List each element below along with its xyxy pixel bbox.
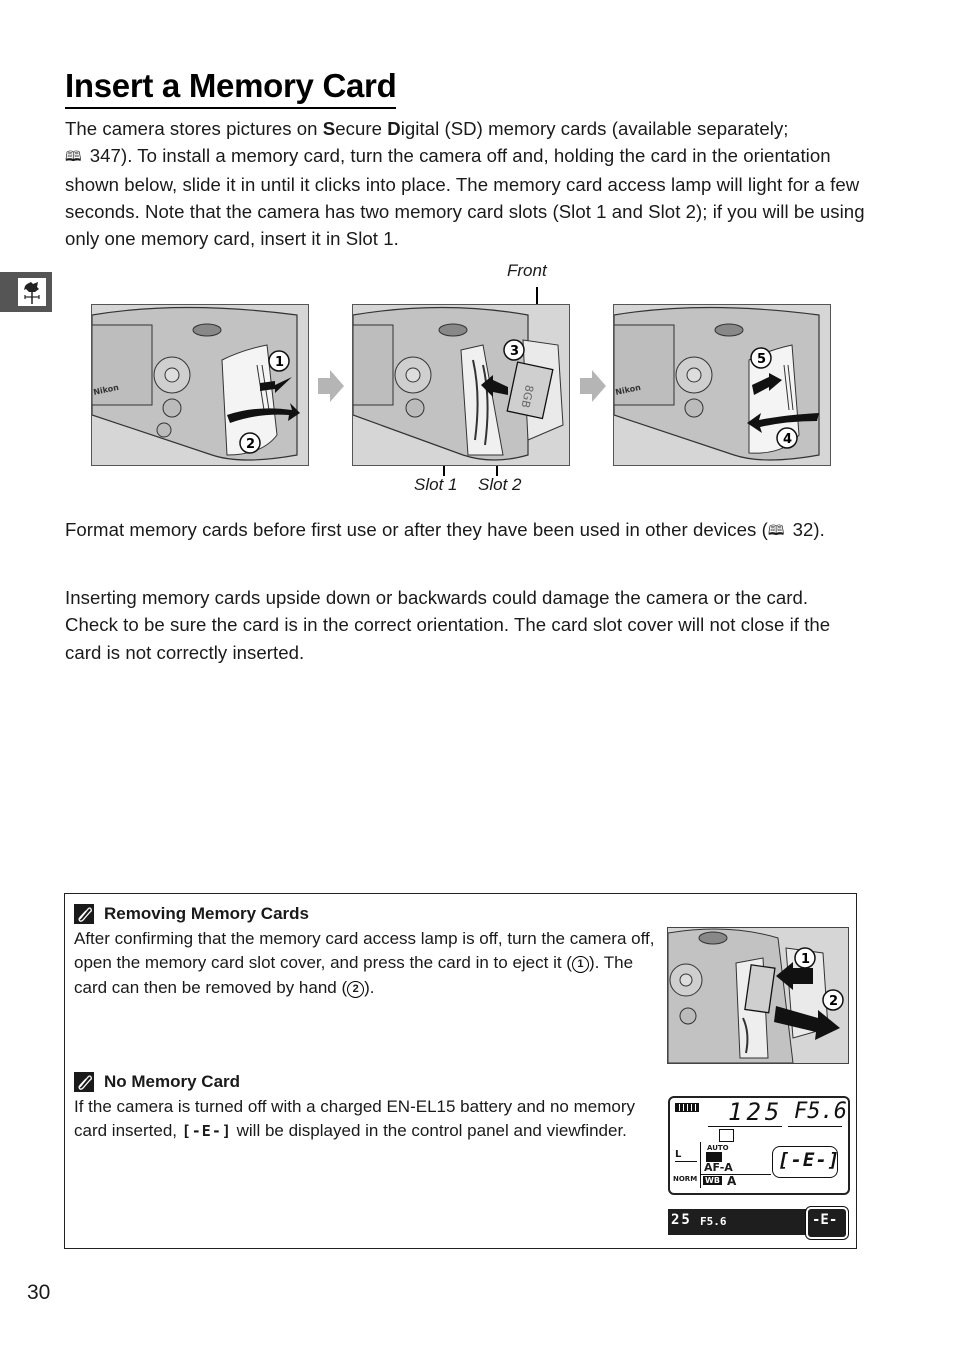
step-3-marker: 3 — [510, 344, 519, 359]
step-1-marker: 1 — [275, 355, 284, 370]
intro-paragraph: The camera stores pictures on Secure Dig… — [65, 115, 865, 252]
format-text: 32). — [787, 519, 825, 540]
book-reference-icon[interactable]: 🕮 — [65, 143, 82, 170]
iso-auto-indicator: AUTO — [707, 1144, 729, 1152]
label-slot-1: Slot 1 — [414, 475, 458, 494]
af-mode-readout: AF-A — [704, 1161, 733, 1174]
note-body: If the camera is turned off with a charg… — [74, 1095, 659, 1144]
figure-insert-card: 8GB 3 — [352, 304, 570, 466]
notes-box: Removing Memory Cards After confirming t… — [64, 893, 857, 1249]
note-heading: No Memory Card — [104, 1072, 241, 1091]
intro-text: 347). To install a memory card, turn the… — [65, 145, 865, 250]
note-text: After confirming that the memory card ac… — [74, 928, 655, 973]
step-1-marker: 1 — [801, 952, 810, 967]
next-step-arrow-icon — [580, 370, 606, 402]
paperclip-note-icon — [74, 904, 94, 925]
intro-bold-d: D — [387, 118, 401, 139]
step-1-marker: 1 — [571, 956, 589, 973]
weathervane-rooster-icon — [18, 278, 46, 306]
intro-text: igital (SD) memory cards (available sepa… — [400, 118, 789, 139]
note-removing-memory-cards: Removing Memory Cards After confirming t… — [74, 902, 659, 1000]
figure-eject-card: 1 2 — [667, 927, 849, 1064]
step-2-marker: 2 — [829, 994, 838, 1009]
label-front: Front — [507, 261, 547, 280]
note-text: will be displayed in the control panel a… — [231, 1121, 627, 1140]
paperclip-note-icon — [74, 1072, 94, 1093]
white-balance-label: WB — [703, 1176, 722, 1185]
chapter-tab[interactable] — [0, 272, 52, 312]
panel-divider — [700, 1142, 701, 1188]
page-title: Insert a Memory Card — [65, 66, 397, 109]
step-2-marker: 2 — [347, 980, 365, 998]
control-panel-display: 125 F5.6 AUTO L AF-A NORM WB A [-E-] — [668, 1096, 850, 1195]
aperture-readout: F5.6 — [794, 1099, 847, 1124]
next-step-arrow-icon — [318, 370, 344, 402]
image-size-readout: L — [675, 1149, 682, 1160]
label-slot-2: Slot 2 — [478, 475, 522, 494]
vf-shutter-readout: 25 — [671, 1212, 692, 1228]
no-card-lcd-symbol: [-E-] — [181, 1122, 232, 1140]
viewfinder-display: 25 F5.6 -E- — [668, 1206, 849, 1240]
no-card-indicator: [-E-] — [778, 1149, 841, 1171]
intro-text: The camera stores pictures on — [65, 118, 323, 139]
book-reference-icon[interactable]: 🕮 — [768, 517, 785, 544]
vf-aperture-readout: F5.6 — [700, 1215, 727, 1228]
step-2-marker: 2 — [246, 437, 255, 452]
note-heading: Removing Memory Cards — [104, 904, 309, 923]
aperture-underline — [788, 1126, 842, 1127]
figure-close-cover: Nikon 5 4 — [613, 304, 831, 466]
shutter-speed-readout: 125 — [728, 1098, 784, 1126]
note-no-memory-card: No Memory Card If the camera is turned o… — [74, 1070, 659, 1144]
note-text: ). — [364, 977, 375, 997]
intro-text: ecure — [335, 118, 388, 139]
warning-paragraph: Inserting memory cards upside down or ba… — [65, 587, 831, 663]
figure-open-cover: Nikon 1 2 — [91, 304, 309, 466]
vf-no-card-indicator: -E- — [812, 1212, 838, 1228]
step-5-marker: 5 — [757, 352, 766, 367]
image-size-underline — [675, 1161, 697, 1162]
page-number: 30 — [27, 1281, 51, 1304]
image-quality-readout: NORM — [673, 1175, 698, 1183]
battery-indicator-icon — [675, 1103, 699, 1112]
note-body: After confirming that the memory card ac… — [74, 927, 659, 1001]
format-paragraph: Format memory cards before first use or … — [65, 516, 865, 544]
white-balance-value: A — [727, 1174, 737, 1188]
metering-icon — [719, 1129, 734, 1142]
shutter-underline — [708, 1126, 782, 1127]
intro-bold-s: S — [322, 118, 336, 139]
step-4-marker: 4 — [783, 432, 792, 447]
format-text: Format memory cards before first use or … — [65, 519, 768, 540]
